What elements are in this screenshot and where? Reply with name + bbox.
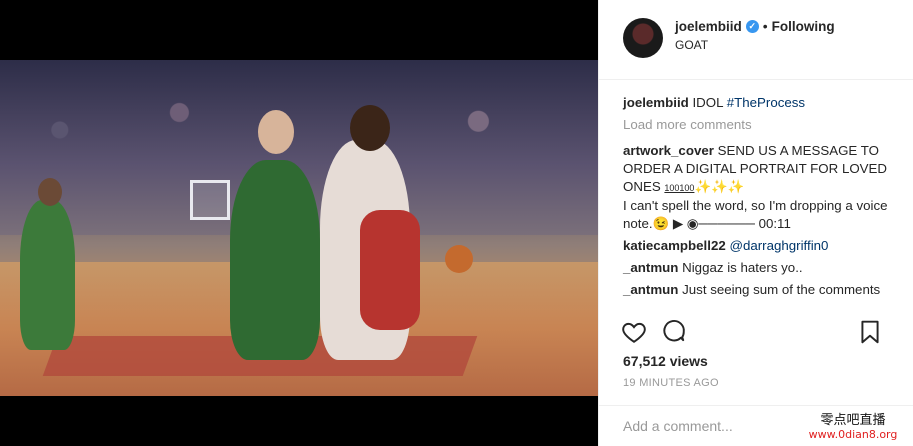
player-head [38,178,62,206]
comments-list: joelembiid IDOL #TheProcess Load more co… [599,80,913,310]
separator-dot: • [762,18,768,34]
comment-item: katiecampbell22 @darraghgriffin0 [623,237,889,255]
watermark-url: www.0dian8.org [808,428,898,441]
load-more-comments-button[interactable]: Load more comments [623,116,889,134]
mention-link[interactable]: @darraghgriffin0 [729,238,828,253]
verified-icon: ✓ [745,19,759,33]
caption-text: IDOL [692,95,724,110]
comment-item: _antmun Just seeing sum of the comments [623,281,889,299]
heart-icon[interactable] [621,319,647,345]
watermark: 零点吧直播 www.0dian8.org [793,406,913,446]
comment-item: _antmun Niggaz is haters yo.. [623,259,889,277]
player-green-left [20,200,75,350]
caption-username[interactable]: joelembiid [623,95,689,110]
caption: joelembiid IDOL #TheProcess [623,94,889,112]
sparkle-emoji: ✨✨✨ [694,179,745,194]
backboard [190,180,230,220]
following-button[interactable]: Following [772,19,835,34]
comment-item: artwork_cover SEND US A MESSAGE TO ORDER… [623,142,889,233]
comment-suffix: 100100 [664,183,695,193]
player-red-shorts [360,210,420,330]
basketball [445,245,473,273]
comment-username[interactable]: _antmun [623,282,678,297]
post-panel: joelembiid ✓ • Following GOAT joelembiid… [598,0,913,446]
watermark-title: 零点吧直播 [820,413,886,428]
video-area[interactable] [0,0,598,446]
comment-icon[interactable] [661,319,687,345]
avatar[interactable] [623,18,663,58]
hashtag-link[interactable]: #TheProcess [727,95,805,110]
view-count[interactable]: 67,512 views [623,353,708,369]
action-bar [621,315,897,349]
video-frame[interactable] [0,60,598,396]
player-head [350,105,390,151]
comment-text: Just seeing sum of the comments [682,282,881,297]
bookmark-icon[interactable] [857,319,883,345]
timestamp[interactable]: 19 MINUTES AGO [623,377,719,389]
username[interactable]: joelembiid [675,19,742,34]
comment-text: Niggaz is haters yo.. [682,260,803,275]
player-head [258,110,294,154]
comment-username[interactable]: _antmun [623,260,678,275]
comment-text-continued: I can't spell the word, so I'm dropping … [623,198,888,231]
post-header: joelembiid ✓ • Following GOAT [599,0,913,80]
comment-username[interactable]: katiecampbell22 [623,238,726,253]
comment-username[interactable]: artwork_cover [623,143,714,158]
location-label[interactable]: GOAT [675,38,835,52]
player-green-defender [230,160,320,360]
